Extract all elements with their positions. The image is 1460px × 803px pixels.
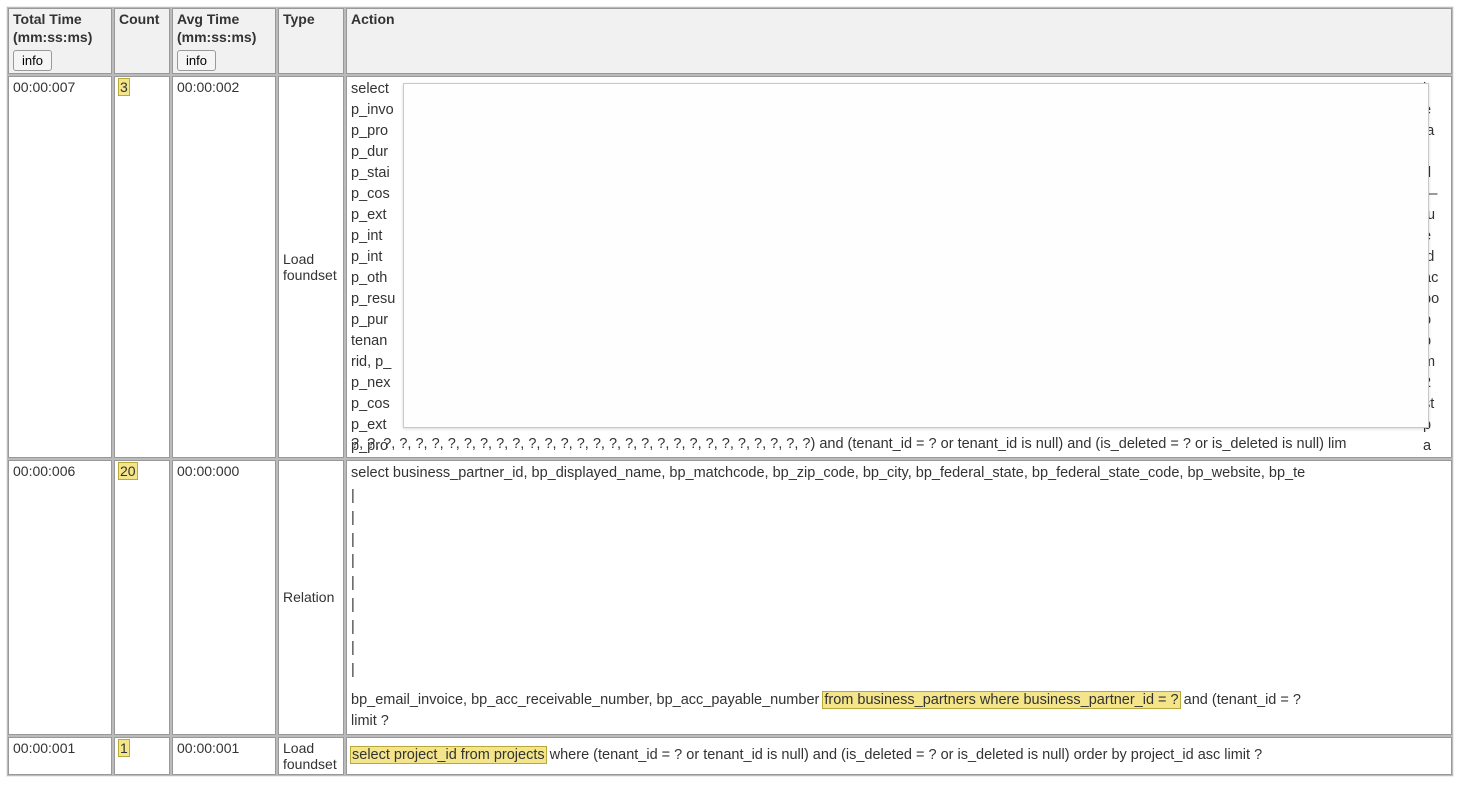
header-count-label: Count — [119, 11, 159, 27]
count-highlight: 1 — [119, 740, 129, 756]
cell-avg: 00:00:002 — [172, 76, 276, 458]
action-post: where (tenant_id = ? or tenant_id is nul… — [546, 747, 1263, 763]
profiler-table: Total Time (mm:ss:ms) info Count Avg Tim… — [6, 6, 1454, 777]
table-row: 00:00:006 20 00:00:000 Relation select b… — [8, 460, 1452, 735]
info-button-avg[interactable]: info — [177, 50, 216, 71]
action-fragment-left: select p_invo p_pro p_dur p_stai p_cos p… — [351, 79, 403, 458]
cell-count: 20 — [114, 460, 170, 735]
cell-count: 1 — [114, 737, 170, 775]
action-bottom-post: and (tenant_id = ? — [1180, 692, 1301, 708]
action-highlight: select project_id from projects — [351, 747, 546, 763]
header-count: Count — [114, 8, 170, 74]
action-pipes: | | | | | | | | | — [351, 486, 1447, 682]
table-row: 00:00:001 1 00:00:001 Load foundset sele… — [8, 737, 1452, 775]
count-highlight: 3 — [119, 79, 129, 95]
header-type: Type — [278, 8, 344, 74]
header-avg-time-label: Avg Time (mm:ss:ms) — [177, 11, 256, 46]
action-top-line: select business_partner_id, bp_displayed… — [351, 463, 1447, 484]
cell-total: 00:00:001 — [8, 737, 112, 775]
action-fragment-bottom: ?, ?, ?, ?, ?, ?, ?, ?, ?, ?, ?, ?, ?, ?… — [351, 434, 1447, 455]
header-action: Action — [346, 8, 1452, 74]
header-type-label: Type — [283, 11, 315, 27]
table-row: 00:00:007 3 00:00:002 Load foundset sele… — [8, 76, 1452, 458]
cell-type: Load foundset — [278, 737, 344, 775]
cell-action: select project_id from projects where (t… — [346, 737, 1452, 775]
cell-avg: 00:00:000 — [172, 460, 276, 735]
header-total-time: Total Time (mm:ss:ms) info — [8, 8, 112, 74]
cell-avg: 00:00:001 — [172, 737, 276, 775]
header-total-time-label: Total Time (mm:ss:ms) — [13, 11, 92, 46]
cell-total: 00:00:006 — [8, 460, 112, 735]
cell-count: 3 — [114, 76, 170, 458]
header-action-label: Action — [351, 11, 395, 27]
count-highlight: 20 — [119, 463, 137, 479]
action-bottom-line2: limit ? — [351, 713, 389, 729]
header-avg-time: Avg Time (mm:ss:ms) info — [172, 8, 276, 74]
tooltip-panel — [403, 83, 1429, 428]
cell-action: select p_invo p_pro p_dur p_stai p_cos p… — [346, 76, 1452, 458]
action-bottom-line: bp_email_invoice, bp_acc_receivable_numb… — [351, 690, 1447, 732]
cell-total: 00:00:007 — [8, 76, 112, 458]
header-row: Total Time (mm:ss:ms) info Count Avg Tim… — [8, 8, 1452, 74]
action-bottom-pre: bp_email_invoice, bp_acc_receivable_numb… — [351, 692, 823, 708]
cell-action: select business_partner_id, bp_displayed… — [346, 460, 1452, 735]
cell-type: Relation — [278, 460, 344, 735]
action-highlight: from business_partners where business_pa… — [823, 692, 1179, 708]
cell-type: Load foundset — [278, 76, 344, 458]
info-button-total[interactable]: info — [13, 50, 52, 71]
